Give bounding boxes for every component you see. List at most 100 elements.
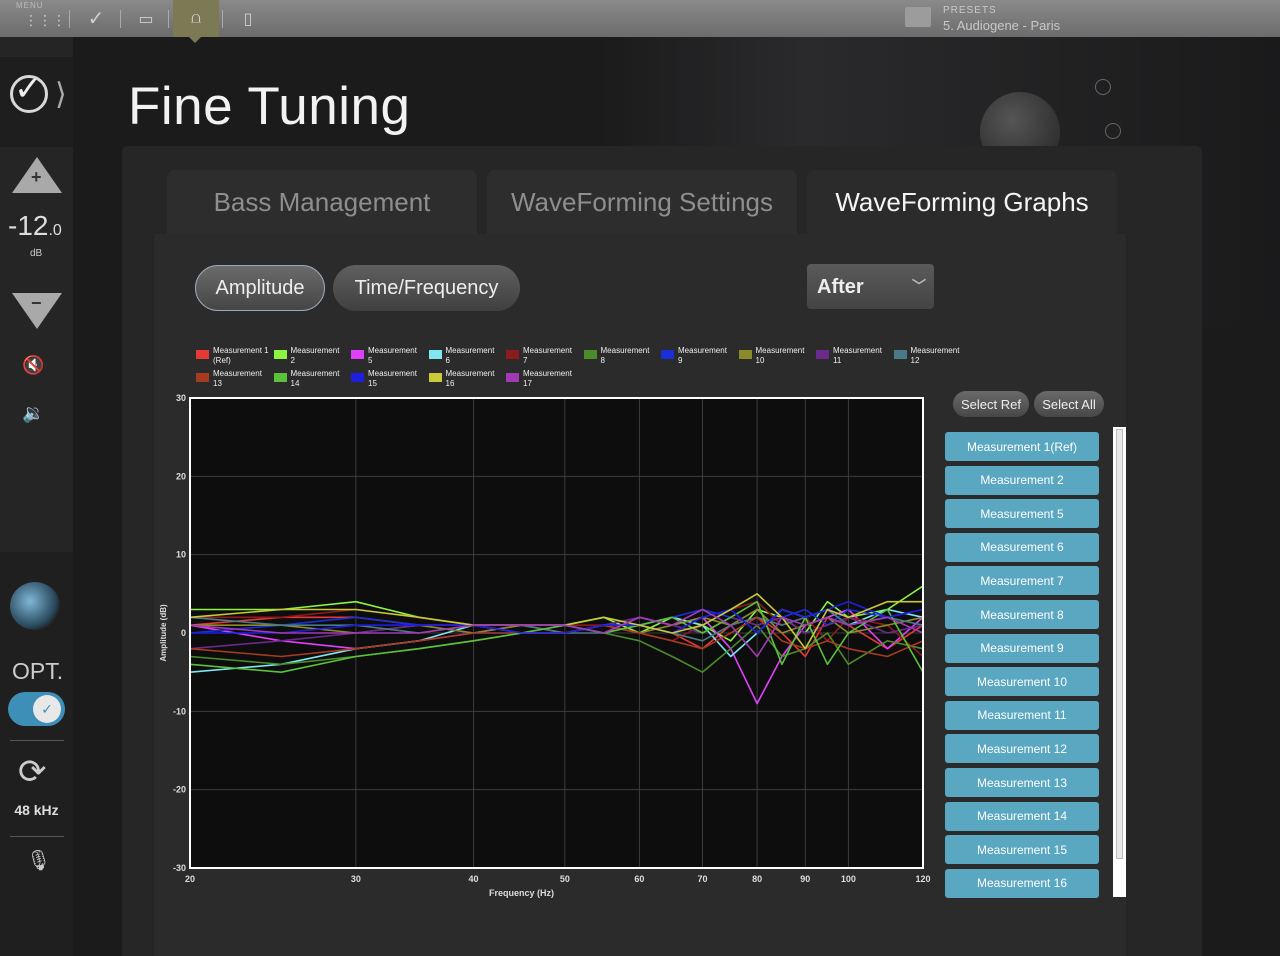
y-tick-label: -10 bbox=[173, 706, 186, 716]
legend-label-line: Measurement bbox=[910, 346, 960, 355]
measurement-button[interactable]: Measurement 15 bbox=[945, 835, 1099, 865]
legend-item: Measurement 16 bbox=[428, 369, 506, 391]
volume-decrease-icon[interactable]: 🔉 bbox=[22, 403, 44, 424]
legend-item: Measurement 12 bbox=[893, 346, 971, 368]
legend-label: Measurement 2 bbox=[291, 346, 351, 366]
legend-label-line: Measurement bbox=[523, 369, 572, 378]
legend-swatch bbox=[506, 373, 519, 382]
legend-label-line: 10 bbox=[755, 356, 765, 365]
legend-swatch bbox=[738, 350, 752, 359]
legend-label-line: 8 bbox=[600, 356, 605, 365]
sidebar-lower: OPT. ✓ ⟳ 48 kHz 🎙 bbox=[0, 552, 73, 956]
measurement-button[interactable]: Measurement 6 bbox=[945, 532, 1099, 562]
measurement-button[interactable]: Measurement 10 bbox=[945, 667, 1099, 697]
legend-label-line: Measurement bbox=[678, 346, 727, 355]
chevron-right-icon: ⟩ bbox=[55, 78, 67, 111]
device-button bbox=[1095, 79, 1111, 95]
x-tick-label: 20 bbox=[185, 874, 195, 884]
volume-unit: dB bbox=[30, 248, 43, 259]
measurement-button[interactable]: Measurement 8 bbox=[945, 600, 1099, 629]
volume-value: -12.0 bbox=[8, 210, 62, 242]
before-after-dropdown[interactable]: After ﹀ bbox=[807, 264, 934, 309]
separator bbox=[168, 10, 169, 28]
chart-legend: Measurement 1 (Ref) Measurement 2 Measuremen… bbox=[196, 346, 986, 392]
menu-grid-icon[interactable]: ⋮⋮⋮ bbox=[24, 12, 66, 30]
legend-label: Measurement 10 bbox=[756, 346, 816, 366]
legend-label-line: Measurement bbox=[290, 369, 340, 378]
volume-down-button[interactable]: − bbox=[12, 293, 62, 329]
legend-label-line: Measurement bbox=[445, 346, 495, 355]
legend-item: Measurement 7 bbox=[506, 346, 582, 368]
time-frequency-button[interactable]: Time/Frequency bbox=[333, 265, 520, 311]
legend-label: Measurement 15 bbox=[368, 369, 428, 389]
tab-bass-management[interactable]: Bass Management bbox=[167, 170, 477, 234]
measurement-button[interactable]: Measurement 16 bbox=[945, 868, 1099, 898]
x-axis-label: Frequency (Hz) bbox=[489, 888, 554, 898]
legend-label-line: Measurement bbox=[368, 369, 417, 378]
measurement-button[interactable]: Measurement 1(Ref) bbox=[945, 432, 1099, 461]
legend-label-line: 15 bbox=[368, 379, 377, 388]
sample-rate: 48 kHz bbox=[14, 802, 59, 818]
legend-item: Measurement 1 (Ref) bbox=[196, 346, 272, 368]
legend-swatch bbox=[351, 373, 364, 382]
tab-waveforming-graphs[interactable]: WaveForming Graphs bbox=[807, 170, 1117, 234]
microphone-icon[interactable]: 🎙 bbox=[26, 848, 51, 873]
left-sidebar: ✓ ⟩ + -12.0 dB − 🔇 🔉 OPT. ✓ ⟳ 48 kHz 🎙 bbox=[0, 37, 73, 956]
volume-integer: -12 bbox=[8, 210, 49, 241]
measurement-button[interactable]: Measurement 14 bbox=[945, 801, 1099, 831]
legend-swatch bbox=[816, 350, 829, 359]
select-ref-button[interactable]: Select Ref bbox=[953, 391, 1029, 417]
legend-label: Measurement 16 bbox=[446, 369, 506, 389]
legend-item: Measurement 6 bbox=[428, 346, 506, 368]
legend-item: Measurement 14 bbox=[273, 369, 350, 391]
legend-label-line: 6 bbox=[445, 356, 450, 365]
select-all-button[interactable]: Select All bbox=[1034, 391, 1104, 417]
legend-swatch bbox=[506, 350, 519, 359]
menu-label: MENU bbox=[16, 1, 44, 10]
mute-icon[interactable]: 🔇 bbox=[22, 355, 44, 376]
dropdown-value: After bbox=[817, 276, 864, 298]
legend-label-line: Measurement bbox=[445, 369, 495, 378]
scrollbar-thumb[interactable] bbox=[1116, 429, 1123, 859]
volume-up-button[interactable]: + bbox=[12, 157, 62, 193]
y-tick-label: -30 bbox=[173, 863, 186, 873]
measurement-button[interactable]: Measurement 12 bbox=[945, 734, 1099, 764]
measurement-button[interactable]: Measurement 5 bbox=[945, 499, 1099, 529]
x-tick-label: 70 bbox=[697, 874, 707, 884]
page-title: Fine Tuning bbox=[128, 77, 411, 136]
input-toggle[interactable]: ✓ bbox=[8, 692, 65, 726]
legend-swatch bbox=[196, 350, 209, 359]
measurement-button[interactable]: Measurement 11 bbox=[945, 700, 1099, 730]
y-tick-label: 20 bbox=[176, 471, 186, 481]
x-tick-label: 80 bbox=[752, 874, 762, 884]
x-tick-label: 100 bbox=[841, 874, 856, 884]
display-icon[interactable]: ▭ bbox=[126, 0, 166, 37]
remote-icon[interactable]: ▯ bbox=[228, 0, 268, 37]
measurement-button[interactable]: Measurement 13 bbox=[945, 768, 1099, 797]
amplitude-button[interactable]: Amplitude bbox=[195, 265, 325, 311]
tab-waveforming-settings[interactable]: WaveForming Settings bbox=[487, 170, 797, 234]
logo[interactable]: ✓ ⟩ bbox=[0, 57, 73, 147]
y-tick-label: 30 bbox=[176, 393, 186, 403]
measurement-button[interactable]: Measurement 7 bbox=[945, 566, 1099, 596]
legend-item: Measurement 10 bbox=[738, 346, 816, 368]
checkmark-icon[interactable]: ✓ bbox=[76, 0, 116, 37]
legend-label-line: Measurement bbox=[600, 346, 650, 355]
chevron-down-icon: ﹀ bbox=[912, 278, 926, 294]
legend-item: Measurement 15 bbox=[351, 369, 427, 391]
legend-label: Measurement 6 bbox=[446, 346, 506, 366]
legend-label: Measurement 12 bbox=[911, 346, 971, 366]
measurement-button[interactable]: Measurement 9 bbox=[945, 633, 1099, 663]
toggle-check-icon: ✓ bbox=[33, 695, 61, 723]
measurement-button[interactable]: Measurement 2 bbox=[945, 465, 1099, 495]
fine-tuning-icon[interactable]: ⩍ bbox=[173, 0, 219, 43]
separator bbox=[69, 10, 70, 28]
legend-swatch bbox=[273, 350, 287, 359]
legend-item: Measurement 13 bbox=[196, 369, 272, 391]
legend-label-line: 17 bbox=[523, 379, 532, 388]
legend-label-line: 12 bbox=[910, 356, 920, 365]
legend-item: Measurement 17 bbox=[506, 369, 582, 391]
measurement-list-scrollbar[interactable] bbox=[1113, 427, 1126, 897]
legend-label: Measurement 7 bbox=[523, 346, 583, 366]
legend-label-line: Measurement bbox=[755, 346, 805, 355]
